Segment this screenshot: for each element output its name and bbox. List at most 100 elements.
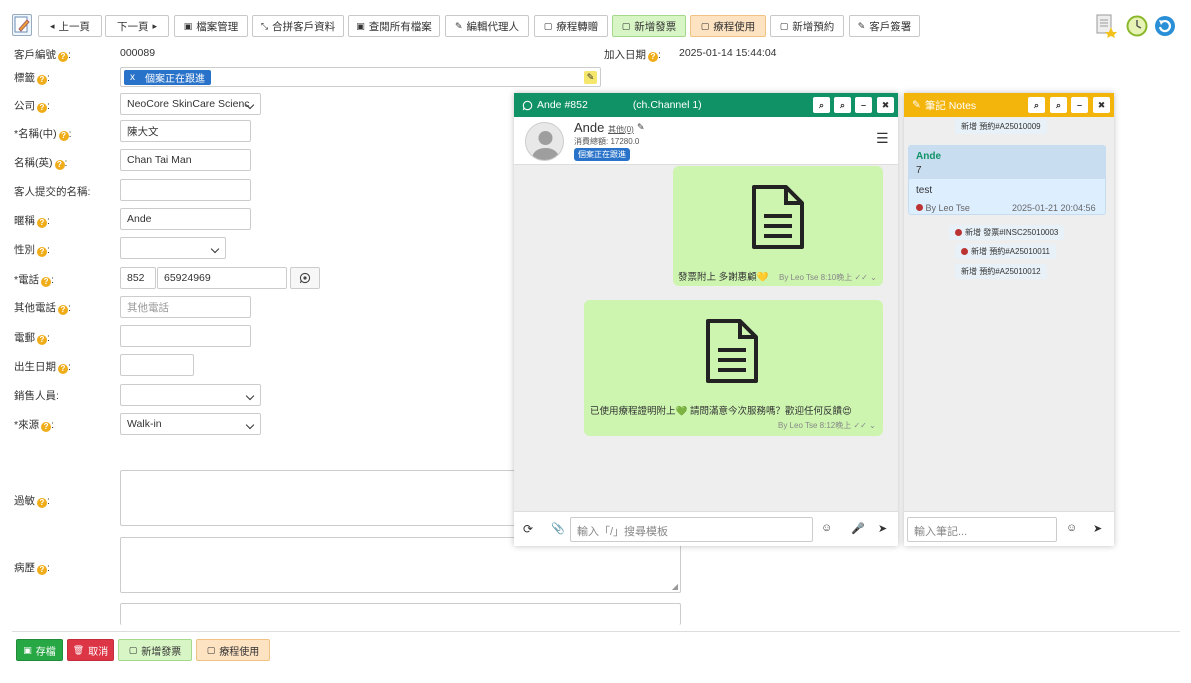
microphone-icon[interactable]: 🎤: [851, 522, 865, 535]
client-signature-button[interactable]: ✎ 客戶簽署: [849, 15, 920, 37]
clock-icon[interactable]: [1126, 15, 1148, 37]
spend-total: 消費總額: 17280.0: [574, 137, 640, 146]
notes-input[interactable]: 輸入筆記...: [907, 517, 1057, 542]
view-all-files-button[interactable]: ▣ 查閱所有檔案: [348, 15, 440, 37]
edit-pencil-icon[interactable]: [12, 14, 32, 36]
note-event: 新增 發票#INSC25010003: [949, 225, 1065, 240]
submitted-name-input[interactable]: [120, 179, 251, 201]
phone-input[interactable]: 65924969: [157, 267, 287, 289]
document-star-icon[interactable]: [1095, 14, 1117, 38]
send-icon[interactable]: ➤: [878, 522, 887, 535]
note-event: 新增 預約#A25010012: [955, 264, 1047, 279]
save-button[interactable]: ▣ 存檔: [16, 639, 63, 661]
allergy-textarea[interactable]: [120, 470, 520, 526]
chat-title: Ande #852: [537, 99, 588, 111]
zoom-in-icon[interactable]: ⌕: [813, 97, 830, 113]
remove-tag-icon[interactable]: x: [130, 72, 135, 83]
whatsapp-button[interactable]: [290, 267, 320, 289]
attachment-icon[interactable]: 📎: [551, 522, 565, 535]
emoji-icon[interactable]: ☺: [1066, 522, 1077, 534]
zoom-out-icon[interactable]: ⌕: [834, 97, 851, 113]
double-check-icon: ✓✓: [854, 273, 868, 282]
note-by: By Leo Tse: [916, 203, 970, 213]
minimize-icon[interactable]: –: [855, 97, 872, 113]
company-select[interactable]: NeoCore SkinCare Scienc: [120, 93, 261, 115]
gender-select[interactable]: [120, 237, 226, 259]
close-icon[interactable]: ✖: [877, 97, 894, 113]
edit-name-icon[interactable]: ✎: [637, 122, 645, 133]
name-zh-label: *名稱(中)?:: [14, 128, 72, 141]
course-transfer-button[interactable]: ▢ 療程轉贈: [534, 15, 608, 37]
minimize-icon[interactable]: –: [1071, 97, 1088, 113]
chat-window: Ande #852 (ch.Channel 1) ⌕ ⌕ – ✖ Ande 其他…: [514, 93, 898, 546]
wrench-icon: ✎: [454, 20, 463, 31]
source-label: *來源?:: [14, 419, 55, 432]
file-icon: ▢: [779, 20, 789, 31]
document-icon: [752, 185, 804, 249]
new-invoice-button[interactable]: ▢ 新增發票: [612, 15, 686, 37]
email-input[interactable]: [120, 325, 251, 347]
resize-handle-icon[interactable]: ◢: [672, 582, 678, 591]
file-icon: ▢: [700, 20, 710, 31]
source-select[interactable]: Walk-in: [120, 413, 261, 435]
dob-input[interactable]: [120, 354, 194, 376]
help-icon: ?: [58, 131, 69, 141]
edit-tags-icon[interactable]: ✎: [584, 71, 597, 84]
refresh-icon[interactable]: [1154, 15, 1176, 37]
name-en-label: 名稱(英)?:: [14, 157, 68, 170]
refresh-icon[interactable]: ⟳: [523, 522, 533, 536]
prev-page-button[interactable]: ◂ 上一頁: [38, 15, 102, 37]
edit-agent-button[interactable]: ✎ 編輯代理人: [445, 15, 529, 37]
new-booking-button[interactable]: ▢ 新增預約: [770, 15, 844, 37]
hamburger-menu-icon[interactable]: ☰: [876, 130, 889, 147]
send-icon[interactable]: ➤: [1093, 522, 1102, 535]
client-no-value: 000089: [120, 47, 156, 59]
history-label: 病歷?:: [14, 562, 50, 575]
join-date-label: 加入日期?:: [604, 49, 661, 62]
tag-chip[interactable]: x 個案正在跟進: [124, 69, 211, 85]
sales-select[interactable]: [120, 384, 261, 406]
message-meta: By Leo Tse 8:12晚上 ✓✓ ⌄: [778, 421, 876, 430]
whatsapp-icon: [522, 100, 533, 110]
name-zh-input[interactable]: 陳大文: [120, 120, 251, 142]
other-phone-input[interactable]: 其他電話: [120, 296, 251, 318]
zoom-out-icon[interactable]: ⌕: [1050, 97, 1067, 113]
name-en-input[interactable]: Chan Tai Man: [120, 149, 251, 171]
note-time: 2025-01-21 20:04:56: [1012, 203, 1096, 213]
close-icon[interactable]: ✖: [1093, 97, 1110, 113]
chat-input[interactable]: 輸入「/」搜尋模板: [570, 517, 813, 542]
merge-client-button[interactable]: ⤡ 合拼客戶資料: [252, 15, 344, 37]
zoom-in-icon[interactable]: ⌕: [1028, 97, 1045, 113]
next-page-button[interactable]: 下一頁 ▸: [105, 15, 169, 37]
note-card[interactable]: Ande 7 test By Leo Tse 2025-01-21 20:04:…: [908, 145, 1106, 215]
cancel-button[interactable]: 🗑 取消: [67, 639, 114, 661]
other-link[interactable]: 其他(0): [608, 124, 634, 135]
chat-channel: (ch.Channel 1): [632, 99, 702, 111]
note-event: 新增 預約#A25010011: [955, 244, 1057, 259]
tags-input[interactable]: x 個案正在跟進 ✎: [120, 67, 601, 87]
help-icon: ?: [54, 160, 65, 170]
bottom-new-invoice-button[interactable]: ▢ 新增發票: [118, 639, 192, 661]
bottom-course-use-button[interactable]: ▢ 療程使用: [196, 639, 270, 661]
gender-label: 性別?:: [14, 244, 50, 257]
course-use-button[interactable]: ▢ 療程使用: [690, 15, 766, 37]
phone-code-input[interactable]: 852: [120, 267, 156, 289]
chevron-left-icon: ◂: [49, 20, 55, 31]
help-icon: ?: [37, 218, 47, 228]
message-bubble-proof[interactable]: 已使用療程證明附上💚 請問滿意今次服務嗎？歡迎任何反饋😍 By Leo Tse …: [584, 300, 883, 436]
message-bubble-invoice[interactable]: 發票附上 多謝惠顧💛 By Leo Tse 8:10晚上 ✓✓ ⌄: [673, 166, 883, 286]
nickname-input[interactable]: Ande: [120, 208, 251, 230]
join-date-value: 2025-01-14 15:44:04: [679, 47, 777, 59]
emoji-icon[interactable]: ☺: [821, 522, 832, 534]
next-textarea[interactable]: [120, 603, 681, 625]
note-author: Ande: [916, 151, 941, 162]
help-icon: ?: [37, 75, 47, 85]
file-management-button[interactable]: ▣ 檔案管理: [174, 15, 248, 37]
chevron-down-icon: ⌄: [869, 421, 876, 430]
other-phone-label: 其他電話?:: [14, 302, 71, 315]
pencil-icon: ✎: [857, 20, 866, 31]
help-icon: ?: [37, 247, 47, 257]
chat-input-bar: ⟳ 📎 輸入「/」搜尋模板 ☺ 🎤 ➤: [514, 511, 898, 546]
note-event: 新增 預約#A25010009: [955, 119, 1047, 134]
company-label: 公司?:: [14, 100, 50, 113]
